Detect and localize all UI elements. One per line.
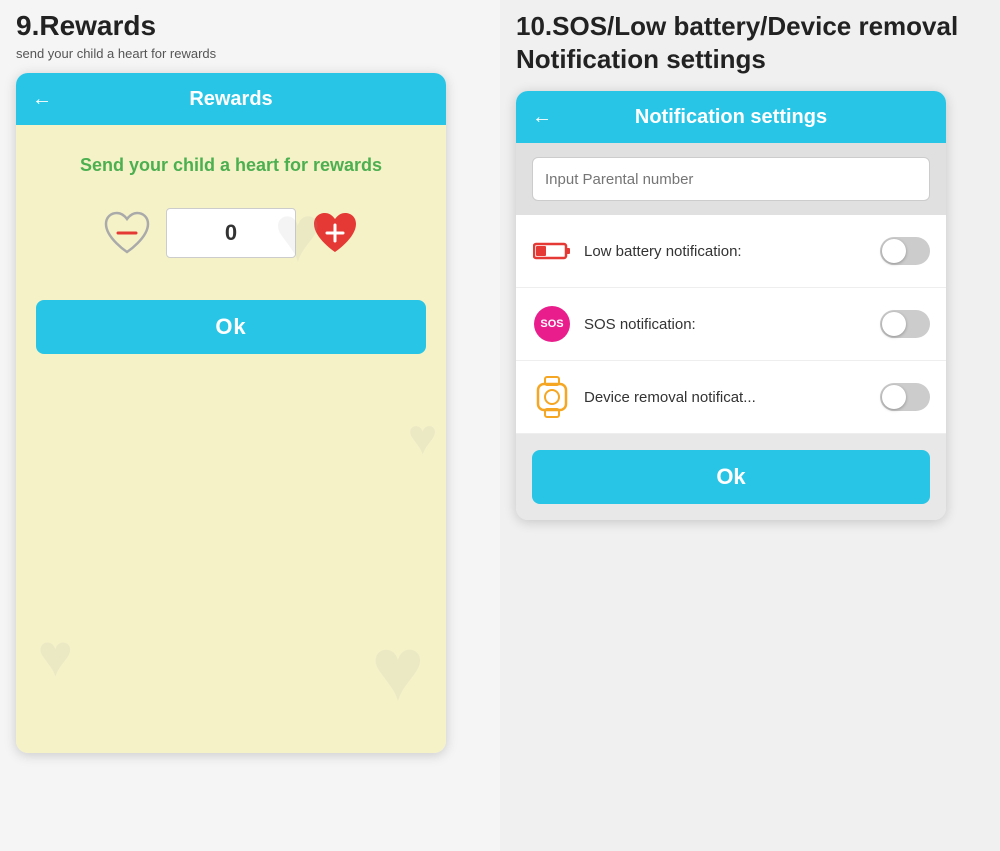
- notification-title: Notification settings: [635, 106, 827, 129]
- sos-label: SOS notification:: [584, 316, 868, 333]
- watch-icon: [532, 377, 572, 417]
- right-panel: 10.SOS/Low battery/Device removal Notifi…: [500, 0, 1000, 851]
- heart-count: 0: [166, 208, 296, 258]
- input-section: [516, 143, 946, 215]
- notification-header: ← Notification settings: [516, 91, 946, 143]
- low-battery-row: Low battery notification:: [516, 215, 946, 288]
- notification-ok-button[interactable]: Ok: [532, 450, 930, 504]
- increase-heart-button[interactable]: [308, 206, 362, 260]
- rewards-title: Rewards: [189, 88, 272, 111]
- device-removal-row: Device removal notificat...: [516, 361, 946, 434]
- notification-rows: Low battery notification: SOS SOS notifi…: [516, 215, 946, 434]
- parental-number-input[interactable]: [532, 157, 930, 201]
- sos-icon: SOS: [532, 304, 572, 344]
- right-section-title: 10.SOS/Low battery/Device removal Notifi…: [516, 10, 984, 75]
- low-battery-toggle[interactable]: [880, 237, 930, 265]
- decrease-heart-button[interactable]: [100, 206, 154, 260]
- left-section-title: 9.Rewards: [16, 10, 484, 42]
- notification-phone-mockup: ← Notification settings Low ba: [516, 91, 946, 520]
- rewards-back-icon[interactable]: ←: [32, 88, 52, 111]
- low-battery-label: Low battery notification:: [584, 243, 868, 260]
- sos-badge: SOS: [534, 306, 570, 342]
- rewards-ok-button[interactable]: Ok: [36, 300, 426, 354]
- battery-icon: [532, 231, 572, 271]
- device-removal-label: Device removal notificat...: [584, 389, 868, 406]
- hearts-row: 0: [100, 206, 362, 260]
- rewards-header: ← Rewards: [16, 73, 446, 125]
- notification-body: Low battery notification: SOS SOS notifi…: [516, 143, 946, 520]
- left-section-subtitle: send your child a heart for rewards: [16, 46, 484, 61]
- sos-row: SOS SOS notification:: [516, 288, 946, 361]
- device-removal-toggle[interactable]: [880, 383, 930, 411]
- notification-back-icon[interactable]: ←: [532, 106, 552, 129]
- rewards-message: Send your child a heart for rewards: [80, 155, 382, 176]
- rewards-body: ♥ ♥ ♥ ♥ Send your child a heart for rewa…: [16, 125, 446, 753]
- notification-footer: Ok: [516, 434, 946, 520]
- sos-toggle[interactable]: [880, 310, 930, 338]
- rewards-phone-mockup: ← Rewards ♥ ♥ ♥ ♥ Send your child a hear…: [16, 73, 446, 753]
- left-panel: 9.Rewards send your child a heart for re…: [0, 0, 500, 851]
